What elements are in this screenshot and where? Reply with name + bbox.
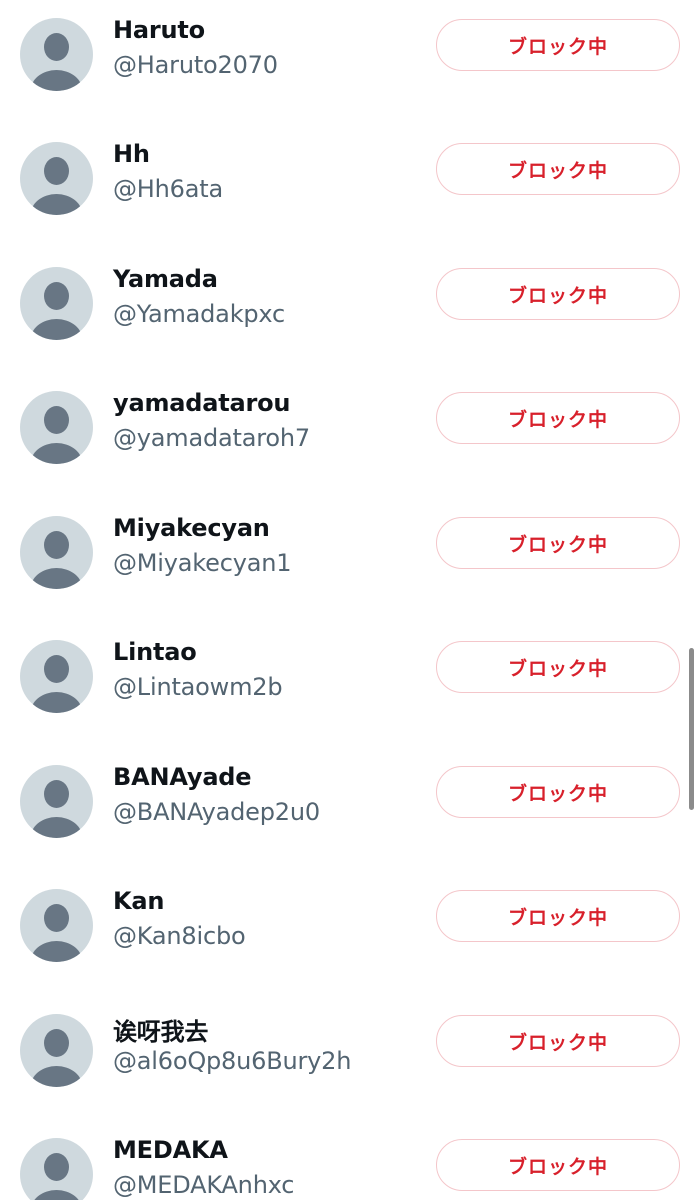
list-item[interactable]: BANAyade @BANAyadep2u0 ブロック中 (0, 747, 699, 871)
user-display-name[interactable]: Miyakecyan (113, 514, 270, 542)
user-display-name[interactable]: Yamada (113, 265, 218, 293)
blocked-button[interactable]: ブロック中 (436, 1015, 680, 1067)
list-item[interactable]: Yamada @Yamadakpxc ブロック中 (0, 249, 699, 373)
user-handle: @Hh6ata (113, 175, 223, 203)
user-handle: @al6oQp8u6Bury2h (113, 1047, 352, 1075)
list-item[interactable]: Kan @Kan8icbo ブロック中 (0, 871, 699, 995)
default-avatar-icon[interactable] (20, 1138, 93, 1200)
default-avatar-icon[interactable] (20, 765, 93, 838)
default-avatar-icon[interactable] (20, 1014, 93, 1087)
list-item[interactable]: yamadatarou @yamadataroh7 ブロック中 (0, 373, 699, 497)
blocked-button[interactable]: ブロック中 (436, 517, 680, 569)
blocked-button[interactable]: ブロック中 (436, 890, 680, 942)
user-handle: @yamadataroh7 (113, 424, 310, 452)
vertical-scrollbar[interactable] (689, 648, 694, 810)
user-handle: @Miyakecyan1 (113, 549, 292, 577)
default-avatar-icon[interactable] (20, 391, 93, 464)
blocked-button[interactable]: ブロック中 (436, 143, 680, 195)
blocked-button[interactable]: ブロック中 (436, 392, 680, 444)
list-item[interactable]: Lintao @Lintaowm2b ブロック中 (0, 622, 699, 746)
user-handle: @Lintaowm2b (113, 673, 283, 701)
default-avatar-icon[interactable] (20, 640, 93, 713)
default-avatar-icon[interactable] (20, 889, 93, 962)
user-handle: @MEDAKAnhxc (113, 1171, 295, 1199)
user-display-name[interactable]: Kan (113, 887, 164, 915)
user-handle: @Haruto2070 (113, 51, 278, 79)
user-handle: @Yamadakpxc (113, 300, 285, 328)
user-display-name[interactable]: Hh (113, 140, 150, 168)
default-avatar-icon[interactable] (20, 516, 93, 589)
list-item[interactable]: Miyakecyan @Miyakecyan1 ブロック中 (0, 498, 699, 622)
user-display-name[interactable]: Lintao (113, 638, 197, 666)
blocked-button[interactable]: ブロック中 (436, 1139, 680, 1191)
user-display-name[interactable]: Haruto (113, 16, 205, 44)
list-item[interactable]: MEDAKA @MEDAKAnhxc ブロック中 (0, 1120, 699, 1200)
blocked-button[interactable]: ブロック中 (436, 19, 680, 71)
default-avatar-icon[interactable] (20, 18, 93, 91)
list-item[interactable]: Haruto @Haruto2070 ブロック中 (0, 0, 699, 124)
default-avatar-icon[interactable] (20, 142, 93, 215)
blocked-button[interactable]: ブロック中 (436, 641, 680, 693)
blocked-button[interactable]: ブロック中 (436, 766, 680, 818)
default-avatar-icon[interactable] (20, 267, 93, 340)
user-handle: @BANAyadep2u0 (113, 798, 320, 826)
user-handle: @Kan8icbo (113, 922, 246, 950)
user-display-name[interactable]: 诶呀我去 (113, 1012, 208, 1047)
list-item[interactable]: Hh @Hh6ata ブロック中 (0, 124, 699, 248)
list-item[interactable]: 诶呀我去 @al6oQp8u6Bury2h ブロック中 (0, 996, 699, 1120)
blocked-button[interactable]: ブロック中 (436, 268, 680, 320)
user-display-name[interactable]: MEDAKA (113, 1136, 228, 1164)
user-display-name[interactable]: BANAyade (113, 763, 252, 791)
user-display-name[interactable]: yamadatarou (113, 389, 290, 417)
